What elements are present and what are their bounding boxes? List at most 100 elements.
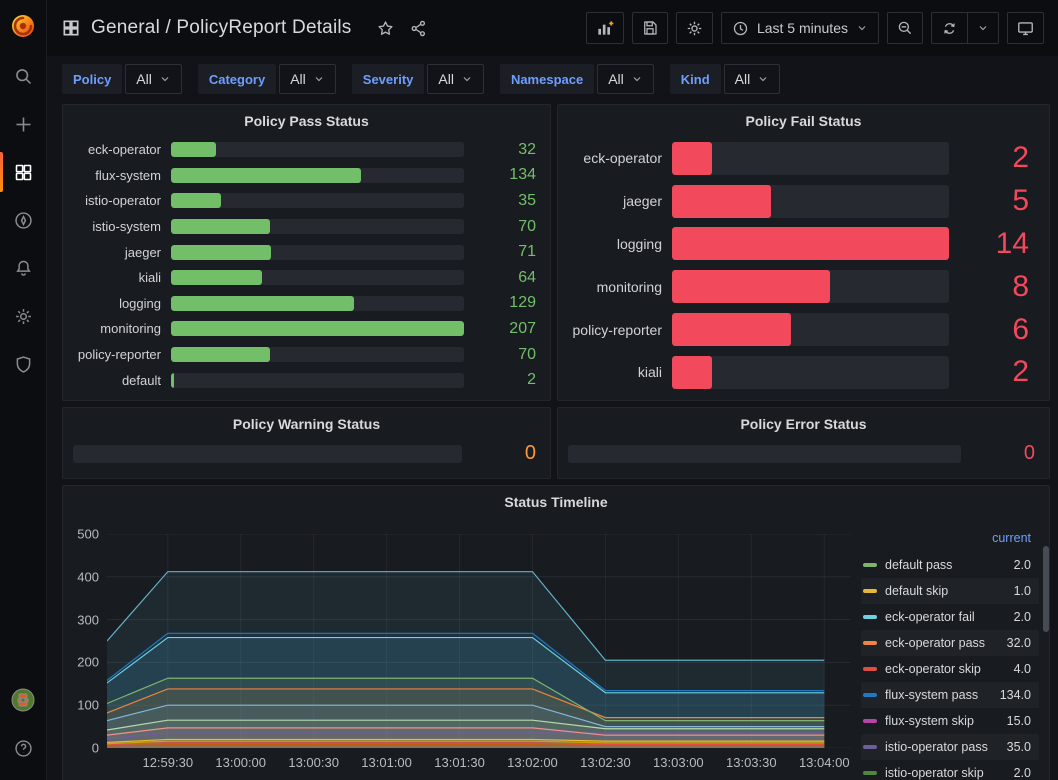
- time-range-picker[interactable]: Last 5 minutes: [721, 12, 879, 44]
- legend-series-current: 4.0: [1014, 662, 1031, 676]
- gauge-label: jaeger: [568, 193, 672, 209]
- legend-item-istio-operator-pass[interactable]: istio-operator pass35.0: [861, 734, 1039, 760]
- sidebar-item-server-admin[interactable]: [0, 340, 46, 388]
- bar-gauge-row-policy-reporter: policy-reporter70: [73, 342, 536, 368]
- sidebar-item-search[interactable]: [0, 52, 46, 100]
- gauge-track: [171, 270, 464, 285]
- legend-series-name[interactable]: istio-operator pass: [885, 740, 1007, 754]
- panel-policy-warning-status: Policy Warning Status 0: [62, 407, 551, 479]
- bar-gauge-row-eck-operator: eck-operator2: [568, 137, 1035, 180]
- gauge-track: [672, 313, 949, 346]
- chevron-down-icon: [856, 22, 868, 34]
- x-axis-tick: 13:00:30: [288, 755, 339, 770]
- save-dashboard-button[interactable]: [632, 12, 668, 44]
- share-dashboard-button[interactable]: [409, 19, 428, 38]
- gauge-track: [171, 373, 464, 388]
- star-dashboard-button[interactable]: [376, 19, 395, 38]
- legend-swatch: [863, 615, 877, 619]
- legend-series-name[interactable]: default pass: [885, 558, 1014, 572]
- panel-title[interactable]: Policy Fail Status: [558, 105, 1049, 135]
- kiosk-mode-button[interactable]: [1007, 12, 1044, 44]
- gauge-bar: [171, 321, 464, 336]
- gauge-bar: [672, 313, 791, 346]
- gauge-value: 71: [464, 243, 536, 261]
- shield-icon: [13, 354, 34, 375]
- page-title[interactable]: General / PolicyReport Details: [91, 17, 352, 39]
- gauge-label: jaeger: [73, 245, 171, 260]
- gauge-bar: [171, 245, 271, 260]
- refresh-button[interactable]: [932, 13, 967, 43]
- grafana-logo[interactable]: [0, 0, 46, 52]
- gauge-label: policy-reporter: [568, 322, 672, 338]
- legend-item-eck-operator-pass[interactable]: eck-operator pass32.0: [861, 630, 1039, 656]
- gauge-value: 129: [464, 294, 536, 312]
- gauge-value: 35: [464, 192, 536, 210]
- monitor-icon: [1016, 19, 1035, 38]
- legend-swatch: [863, 719, 877, 723]
- sidebar-item-configuration[interactable]: [0, 292, 46, 340]
- legend-series-current: 15.0: [1007, 714, 1031, 728]
- legend-item-eck-operator-fail[interactable]: eck-operator fail2.0: [861, 604, 1039, 630]
- legend-series-name[interactable]: eck-operator skip: [885, 662, 1014, 676]
- save-icon: [641, 19, 659, 37]
- sidebar-item-dashboards[interactable]: [0, 148, 46, 196]
- share-icon: [409, 19, 428, 38]
- filter-value-kind[interactable]: All: [724, 64, 781, 94]
- bar-gauge-row-flux-system: flux-system134: [73, 163, 536, 189]
- panel-title[interactable]: Policy Error Status: [558, 408, 1049, 438]
- filter-value-policy[interactable]: All: [125, 64, 182, 94]
- top-navbar: General / PolicyReport Details: [47, 0, 1058, 56]
- bar-gauge-row-policy-reporter: policy-reporter6: [568, 308, 1035, 351]
- gauge-value: 64: [464, 269, 536, 287]
- y-axis-tick: 500: [77, 527, 99, 542]
- sidebar-item-help[interactable]: [0, 724, 46, 772]
- filter-value-category[interactable]: All: [279, 64, 336, 94]
- panel-title[interactable]: Policy Pass Status: [63, 105, 550, 135]
- gauge-value: 2: [464, 371, 536, 389]
- filter-value-namespace[interactable]: All: [597, 64, 654, 94]
- legend-item-istio-operator-skip[interactable]: istio-operator skip2.0: [861, 760, 1039, 780]
- panel-title[interactable]: Policy Warning Status: [63, 408, 550, 438]
- legend-item-flux-system-skip[interactable]: flux-system skip15.0: [861, 708, 1039, 734]
- filter-value-severity[interactable]: All: [427, 64, 484, 94]
- add-panel-button[interactable]: [586, 12, 624, 44]
- gauge-value: 5: [949, 184, 1035, 218]
- gauge-track: [568, 445, 961, 463]
- zoom-out-button[interactable]: [887, 12, 923, 44]
- refresh-interval-dropdown[interactable]: [967, 13, 998, 43]
- sidebar-item-profile[interactable]: [0, 676, 46, 724]
- gauge-track: [672, 356, 949, 389]
- legend-series-name[interactable]: eck-operator pass: [885, 636, 1007, 650]
- dashboard-settings-button[interactable]: [676, 12, 713, 44]
- legend-swatch: [863, 641, 877, 645]
- gauge-track: [672, 270, 949, 303]
- legend-scrollbar[interactable]: [1043, 546, 1049, 632]
- legend-item-default-pass[interactable]: default pass2.0: [861, 552, 1039, 578]
- legend-item-default-skip[interactable]: default skip1.0: [861, 578, 1039, 604]
- bar-gauge-row-istio-operator: istio-operator35: [73, 188, 536, 214]
- timeline-plot-area[interactable]: 0100200300400500: [107, 534, 851, 748]
- legend-item-eck-operator-skip[interactable]: eck-operator skip4.0: [861, 656, 1039, 682]
- legend-series-name[interactable]: default skip: [885, 584, 1014, 598]
- sidebar-item-create[interactable]: [0, 100, 46, 148]
- gauge-bar: [672, 185, 771, 218]
- bar-gauge-row-kiali: kiali64: [73, 265, 536, 291]
- legend-series-name[interactable]: eck-operator fail: [885, 610, 1014, 624]
- legend-series-name[interactable]: istio-operator skip: [885, 766, 1014, 780]
- gauge-bar: [171, 296, 354, 311]
- sidebar-item-explore[interactable]: [0, 196, 46, 244]
- legend-header-current[interactable]: current: [861, 528, 1039, 552]
- legend-swatch: [863, 563, 877, 567]
- x-axis-tick: 12:59:30: [142, 755, 193, 770]
- sidebar-item-alerting[interactable]: [0, 244, 46, 292]
- legend-item-flux-system-pass[interactable]: flux-system pass134.0: [861, 682, 1039, 708]
- panel-title[interactable]: Status Timeline: [63, 486, 1049, 516]
- clock-icon: [732, 20, 749, 37]
- legend-series-name[interactable]: flux-system skip: [885, 714, 1007, 728]
- panel-policy-error-status: Policy Error Status 0: [557, 407, 1050, 479]
- chevron-down-icon: [159, 73, 171, 85]
- filter-policy: PolicyAll: [62, 64, 182, 94]
- y-axis-tick: 300: [77, 612, 99, 627]
- legend-series-name[interactable]: flux-system pass: [885, 688, 1000, 702]
- gauge-label: istio-system: [73, 219, 171, 234]
